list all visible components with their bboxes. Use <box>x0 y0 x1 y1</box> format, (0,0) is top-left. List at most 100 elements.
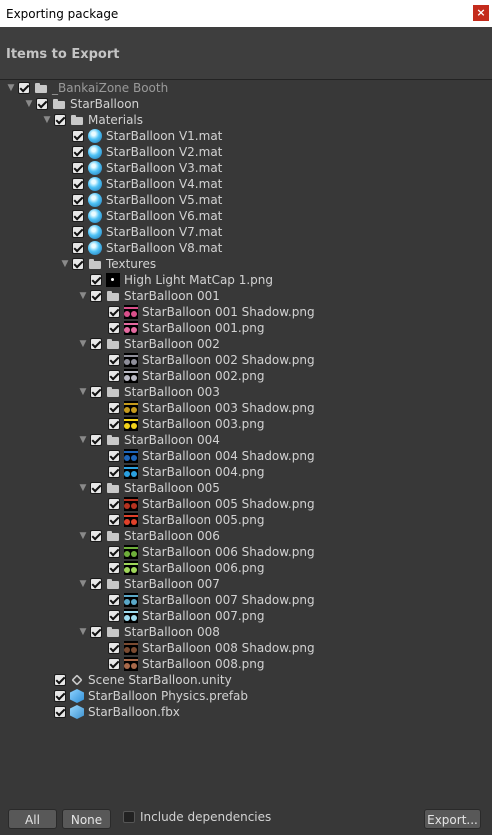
tree-row[interactable]: StarBalloon V2.mat <box>58 144 222 160</box>
tree-row[interactable]: StarBalloon 003 Shadow.png <box>94 400 315 416</box>
tree-row[interactable]: StarBalloon V5.mat <box>58 192 222 208</box>
item-checkbox[interactable] <box>54 674 66 686</box>
foldout-arrow-icon[interactable]: ▼ <box>76 624 90 640</box>
item-checkbox[interactable] <box>72 130 84 142</box>
tree-row[interactable]: StarBalloon 001.png <box>94 320 265 336</box>
all-button[interactable]: All <box>8 809 57 829</box>
item-checkbox[interactable] <box>108 418 120 430</box>
tree-row[interactable]: ▼ StarBalloon 004 <box>76 432 220 448</box>
item-checkbox[interactable] <box>108 450 120 462</box>
include-dependencies-checkbox[interactable] <box>123 811 135 823</box>
tree-row[interactable]: ▼ StarBalloon 002 <box>76 336 220 352</box>
item-checkbox[interactable] <box>90 626 102 638</box>
item-checkbox[interactable] <box>108 466 120 478</box>
item-checkbox[interactable] <box>90 338 102 350</box>
item-checkbox[interactable] <box>90 578 102 590</box>
tree-row[interactable]: High Light MatCap 1.png <box>76 272 273 288</box>
tree-row[interactable]: ▼ Materials <box>40 112 143 128</box>
item-checkbox[interactable] <box>108 562 120 574</box>
tree-row[interactable]: ▼ StarBalloon 007 <box>76 576 220 592</box>
foldout-arrow-icon[interactable]: ▼ <box>58 256 72 272</box>
item-checkbox[interactable] <box>72 226 84 238</box>
tree-row[interactable]: StarBalloon 005 Shadow.png <box>94 496 315 512</box>
close-button[interactable]: × <box>473 5 489 21</box>
tree-row[interactable]: StarBalloon Physics.prefab <box>40 688 248 704</box>
item-checkbox[interactable] <box>72 242 84 254</box>
item-checkbox[interactable] <box>72 146 84 158</box>
foldout-arrow-icon[interactable]: ▼ <box>4 80 18 96</box>
item-checkbox[interactable] <box>108 514 120 526</box>
tree-row[interactable]: ▼ Textures <box>58 256 157 272</box>
item-checkbox[interactable] <box>90 482 102 494</box>
item-checkbox[interactable] <box>36 98 48 110</box>
foldout-arrow-icon[interactable]: ▼ <box>40 112 54 128</box>
item-checkbox[interactable] <box>108 402 120 414</box>
item-checkbox[interactable] <box>108 306 120 318</box>
tree-row[interactable]: StarBalloon 003.png <box>94 416 265 432</box>
foldout-arrow-icon[interactable]: ▼ <box>76 480 90 496</box>
tree-row[interactable]: StarBalloon 008 Shadow.png <box>94 640 315 656</box>
foldout-arrow-icon[interactable]: ▼ <box>22 96 36 112</box>
tree-row[interactable]: StarBalloon V7.mat <box>58 224 222 240</box>
item-checkbox[interactable] <box>90 530 102 542</box>
item-checkbox[interactable] <box>108 498 120 510</box>
tree-row[interactable]: StarBalloon 002.png <box>94 368 265 384</box>
foldout-arrow-icon[interactable]: ▼ <box>76 528 90 544</box>
item-checkbox[interactable] <box>72 162 84 174</box>
none-button[interactable]: None <box>62 809 111 829</box>
foldout-arrow-icon[interactable]: ▼ <box>76 432 90 448</box>
item-checkbox[interactable] <box>90 386 102 398</box>
foldout-arrow-icon[interactable]: ▼ <box>76 576 90 592</box>
tree-row[interactable]: ▼ StarBalloon 006 <box>76 528 220 544</box>
tree-row[interactable]: ▼ StarBalloon 003 <box>76 384 220 400</box>
item-checkbox[interactable] <box>54 706 66 718</box>
tree-row[interactable]: StarBalloon 005.png <box>94 512 265 528</box>
item-checkbox[interactable] <box>108 322 120 334</box>
item-checkbox[interactable] <box>108 370 120 382</box>
tree-row[interactable]: StarBalloon V3.mat <box>58 160 222 176</box>
tree-row[interactable]: StarBalloon 004 Shadow.png <box>94 448 315 464</box>
foldout-arrow-icon[interactable]: ▼ <box>76 384 90 400</box>
tree-row[interactable]: ▼ StarBalloon 008 <box>76 624 220 640</box>
item-checkbox[interactable] <box>108 354 120 366</box>
tree-row[interactable]: StarBalloon 001 Shadow.png <box>94 304 315 320</box>
tree-row[interactable]: ▼ StarBalloon 001 <box>76 288 220 304</box>
item-checkbox[interactable] <box>108 610 120 622</box>
item-checkbox[interactable] <box>108 642 120 654</box>
item-checkbox[interactable] <box>108 658 120 670</box>
export-button[interactable]: Export... <box>424 809 481 829</box>
item-checkbox[interactable] <box>108 594 120 606</box>
tree-row[interactable]: ▼ _BankaiZone Booth <box>4 80 169 96</box>
foldout-arrow-icon[interactable]: ▼ <box>76 288 90 304</box>
tree-row[interactable]: StarBalloon 002 Shadow.png <box>94 352 315 368</box>
foldout-spacer <box>58 192 72 208</box>
item-label: StarBalloon V7.mat <box>106 225 223 239</box>
item-checkbox[interactable] <box>54 690 66 702</box>
item-checkbox[interactable] <box>72 178 84 190</box>
item-checkbox[interactable] <box>108 546 120 558</box>
item-checkbox[interactable] <box>72 194 84 206</box>
tree-row[interactable]: StarBalloon 007.png <box>94 608 265 624</box>
tree-row[interactable]: ▼ StarBalloon <box>22 96 140 112</box>
item-checkbox[interactable] <box>72 258 84 270</box>
tree-row[interactable]: StarBalloon.fbx <box>40 704 180 720</box>
item-checkbox[interactable] <box>90 434 102 446</box>
foldout-arrow-icon[interactable]: ▼ <box>76 336 90 352</box>
tree-row[interactable]: StarBalloon 004.png <box>94 464 265 480</box>
tree-row[interactable]: ▼ StarBalloon 005 <box>76 480 220 496</box>
tree-row[interactable]: StarBalloon V4.mat <box>58 176 222 192</box>
item-checkbox[interactable] <box>18 82 30 94</box>
tree-row[interactable]: StarBalloon 008.png <box>94 656 265 672</box>
item-checkbox[interactable] <box>90 290 102 302</box>
tree-row[interactable]: StarBalloon V8.mat <box>58 240 222 256</box>
tree-row[interactable]: StarBalloon 006 Shadow.png <box>94 544 315 560</box>
tree-row[interactable]: Scene StarBalloon.unity <box>40 672 232 688</box>
tree-row[interactable]: StarBalloon 006.png <box>94 560 265 576</box>
tree-row[interactable]: StarBalloon V6.mat <box>58 208 222 224</box>
item-checkbox[interactable] <box>54 114 66 126</box>
include-dependencies-toggle[interactable]: Include dependencies <box>123 810 271 824</box>
item-checkbox[interactable] <box>72 210 84 222</box>
tree-row[interactable]: StarBalloon V1.mat <box>58 128 222 144</box>
item-checkbox[interactable] <box>90 274 102 286</box>
tree-row[interactable]: StarBalloon 007 Shadow.png <box>94 592 315 608</box>
